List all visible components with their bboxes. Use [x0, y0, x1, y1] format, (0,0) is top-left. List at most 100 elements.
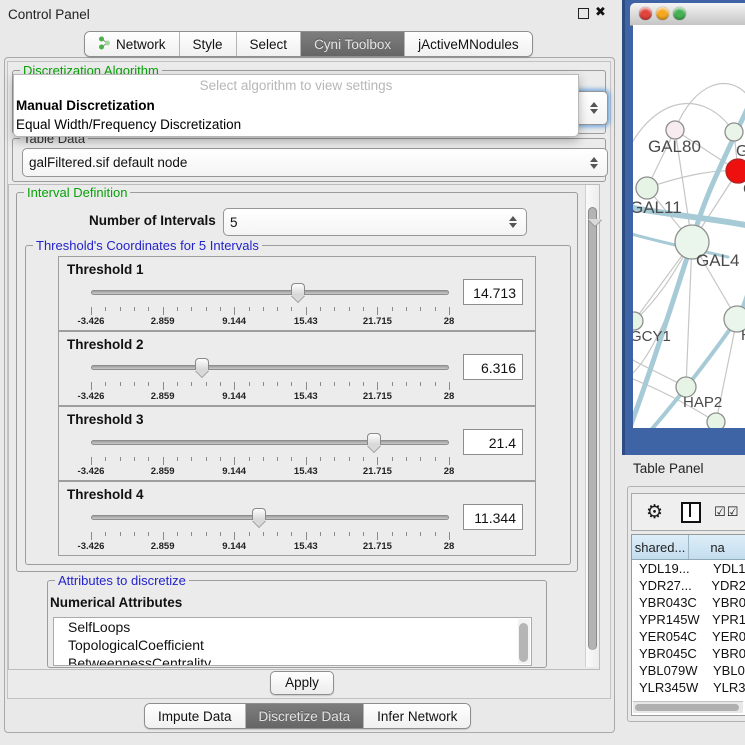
network-window-titlebar[interactable] [630, 3, 745, 26]
threshold-panel: Threshold 2-3.4262.8599.14415.4321.71528… [58, 331, 536, 406]
threshold-label: Threshold 4 [67, 487, 144, 502]
application-window: Control Panel ✖ NetworkStyleSelectCyni T… [0, 0, 745, 745]
cell-shared-name[interactable]: YBR045C [632, 645, 708, 662]
minimize-light[interactable] [656, 7, 669, 20]
zoom-light[interactable] [673, 7, 686, 20]
table-row[interactable]: YBL079WYBL0 [632, 662, 745, 679]
threshold-slider[interactable]: -3.4262.8599.14415.4321.71528 [85, 508, 451, 552]
horizontal-scrollbar[interactable] [633, 701, 743, 713]
slider-thumb[interactable] [367, 433, 381, 445]
dropdown-option[interactable]: Equal Width/Frequency Discretization [14, 115, 578, 134]
slider-track[interactable] [91, 515, 449, 520]
network-node[interactable] [636, 177, 658, 199]
list-scrollbar-thumb[interactable] [519, 623, 528, 662]
cell-name[interactable]: YLR3 [709, 679, 745, 696]
tab-jactivemnodules[interactable]: jActiveMNodules [405, 32, 532, 56]
tab-cyni-toolbox[interactable]: Cyni Toolbox [301, 32, 405, 56]
slider-ticks [85, 532, 451, 540]
cell-name[interactable]: YBR0 [708, 645, 745, 662]
network-node[interactable] [725, 123, 743, 141]
network-icon [98, 36, 111, 53]
node-label: HAP2 [683, 394, 722, 411]
threshold-panel: Threshold 1-3.4262.8599.14415.4321.71528… [58, 256, 536, 331]
cell-shared-name[interactable]: YLR345W [632, 679, 709, 696]
network-node[interactable] [726, 159, 745, 183]
cell-shared-name[interactable]: YBR043C [632, 594, 708, 611]
cell-shared-name[interactable]: YDR27... [632, 577, 707, 594]
table-row[interactable]: YBR043CYBR0 [632, 594, 745, 611]
attribute-list-item[interactable]: TopologicalCoefficient [54, 636, 531, 654]
dropdown-option[interactable]: Manual Discretization [14, 96, 578, 115]
float-window-icon[interactable] [578, 8, 589, 19]
tab-network[interactable]: Network [85, 32, 180, 56]
threshold-value-field[interactable]: 11.344 [463, 504, 523, 530]
tab-infer-network[interactable]: Infer Network [364, 704, 470, 728]
tab-style[interactable]: Style [180, 32, 237, 56]
vertical-scrollbar-thumb[interactable] [588, 207, 597, 650]
slider-track[interactable] [91, 290, 449, 295]
cell-shared-name[interactable]: YER054C [632, 628, 708, 645]
table-row[interactable]: YDL19...YDL1 [632, 560, 745, 577]
attributes-group-title: Attributes to discretize [55, 573, 189, 588]
tab-impute-data[interactable]: Impute Data [145, 704, 246, 728]
cell-name[interactable]: YDL1 [709, 560, 745, 577]
table-row[interactable]: YPR145WYPR1 [632, 611, 745, 628]
slider-tick-labels: -3.4262.8599.14415.4321.71528 [85, 316, 451, 328]
column-header-name[interactable]: na [689, 535, 745, 559]
threshold-panel: Threshold 3-3.4262.8599.14415.4321.71528… [58, 406, 536, 481]
slider-track[interactable] [91, 440, 449, 445]
bottom-tab-bar: Impute DataDiscretize DataInfer Network [144, 703, 471, 729]
interval-group-title: Interval Definition [24, 185, 130, 200]
table-data-combobox-value: galFiltered.sif default node [29, 155, 187, 170]
network-edge [647, 171, 738, 188]
column-header-shared[interactable]: shared... [632, 535, 689, 559]
attribute-list-item[interactable]: BetweennessCentrality [54, 654, 531, 666]
cell-shared-name[interactable]: YBL079W [632, 662, 709, 679]
threshold-slider[interactable]: -3.4262.8599.14415.4321.71528 [85, 433, 451, 477]
slider-thumb[interactable] [195, 358, 209, 370]
cell-name[interactable]: YBL0 [709, 662, 745, 679]
table-row[interactable]: YLR345WYLR3 [632, 679, 745, 696]
network-node[interactable] [707, 413, 725, 428]
cell-name[interactable]: YPR1 [708, 611, 745, 628]
cell-shared-name[interactable]: YDL19... [632, 560, 709, 577]
threshold-value-field[interactable]: 21.4 [463, 429, 523, 455]
horizontal-scrollbar-thumb[interactable] [635, 704, 739, 711]
threshold-value-field[interactable]: 6.316 [463, 354, 523, 380]
cell-shared-name[interactable]: YPR145W [632, 611, 708, 628]
close-light[interactable] [639, 7, 652, 20]
tab-label: Select [250, 37, 288, 52]
slider-track[interactable] [91, 365, 449, 370]
checkboxes-icon[interactable]: ☑☑ [714, 504, 739, 520]
slider-ticks [85, 382, 451, 390]
node-label: G [736, 143, 745, 160]
close-icon[interactable]: ✖ [595, 4, 606, 20]
cell-name[interactable]: YER0 [708, 628, 745, 645]
cell-name[interactable]: YDR2 [707, 577, 745, 594]
threshold-slider[interactable]: -3.4262.8599.14415.4321.71528 [85, 283, 451, 327]
tab-discretize-data[interactable]: Discretize Data [246, 704, 365, 728]
threshold-slider[interactable]: -3.4262.8599.14415.4321.71528 [85, 358, 451, 402]
apply-button[interactable]: Apply [270, 671, 334, 695]
vertical-scrollbar[interactable] [585, 185, 599, 667]
table-row[interactable]: YER054CYER0 [632, 628, 745, 645]
table-row[interactable]: YDR27...YDR2 [632, 577, 745, 594]
table-row[interactable]: YBR045CYBR0 [632, 645, 745, 662]
list-scrollbar[interactable] [518, 619, 530, 664]
gear-icon[interactable]: ⚙ [646, 501, 663, 524]
slider-thumb[interactable] [252, 508, 266, 520]
slider-thumb[interactable] [291, 283, 305, 295]
num-intervals-combobox[interactable]: 5 [223, 208, 527, 236]
cell-name[interactable]: YBR0 [708, 594, 745, 611]
tab-select[interactable]: Select [237, 32, 302, 56]
threshold-value-field[interactable]: 14.713 [463, 279, 523, 305]
cell-name[interactable]: YIL0 [709, 696, 740, 699]
table-row[interactable]: YIL052CYIL0 [632, 696, 745, 699]
table-data-combobox[interactable]: galFiltered.sif default node [22, 148, 608, 177]
attribute-list-item[interactable]: SelfLoops [54, 618, 531, 636]
table-data-group: Table Data galFiltered.sif default node [12, 138, 606, 182]
network-canvas[interactable]: GAL80GCGAL11GAL4GCY1HHAP2 [633, 25, 745, 428]
numerical-attributes-list[interactable]: SelfLoopsTopologicalCoefficientBetweenne… [53, 617, 532, 666]
columns-icon[interactable] [681, 502, 701, 523]
cell-shared-name[interactable]: YIL052C [632, 696, 709, 699]
